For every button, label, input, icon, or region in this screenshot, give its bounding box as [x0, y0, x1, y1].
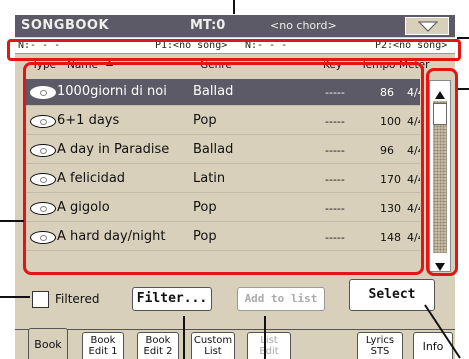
tab-label-1: Book — [90, 335, 116, 346]
chord-display: <no chord> — [270, 19, 337, 32]
tab-label-1: Custom — [193, 335, 233, 346]
callout-line — [183, 316, 185, 359]
tab-label-2: List — [204, 346, 222, 357]
page-title: SONGBOOK — [21, 18, 110, 33]
filtered-checkbox[interactable] — [32, 291, 49, 308]
tab-label-2: Edit 2 — [143, 346, 173, 357]
callout-line — [0, 296, 30, 298]
filtered-label: Filtered — [55, 292, 100, 306]
tab-label-1: List — [260, 335, 278, 346]
page-menu-button[interactable] — [405, 17, 449, 35]
callout-scrollbar — [426, 68, 458, 276]
callout-player-row — [7, 39, 461, 61]
master-transpose: MT:0 — [190, 18, 226, 33]
tab-label-1: Book — [145, 335, 171, 346]
tab-label-1: Lyrics — [365, 335, 395, 346]
tab-lyrics-sts[interactable]: Lyrics STS — [357, 332, 403, 359]
tab-list-edit[interactable]: List Edit — [247, 332, 291, 359]
tab-label-2: STS — [370, 346, 390, 357]
tab-book-edit-1[interactable]: Book Edit 1 — [82, 332, 124, 359]
title-bar: SONGBOOK MT:0 <no chord> — [15, 15, 455, 37]
callout-line — [0, 220, 24, 222]
callout-line — [424, 304, 461, 359]
callout-line — [457, 37, 469, 39]
callout-line — [233, 0, 235, 14]
filter-button[interactable]: Filter... — [132, 287, 212, 311]
tab-label-2: Edit 1 — [88, 346, 118, 357]
add-to-list-button[interactable]: Add to list — [237, 287, 325, 311]
tab-custom-list[interactable]: Custom List — [191, 332, 235, 359]
tab-book[interactable]: Book — [28, 328, 68, 359]
tab-book-edit-2[interactable]: Book Edit 2 — [137, 332, 179, 359]
tab-label-2: Edit — [259, 346, 279, 357]
triangle-down-icon — [418, 21, 438, 32]
callout-line — [264, 316, 266, 359]
callout-song-list — [23, 62, 424, 275]
tab-label-1: Book — [34, 338, 62, 351]
callout-line — [458, 88, 469, 90]
